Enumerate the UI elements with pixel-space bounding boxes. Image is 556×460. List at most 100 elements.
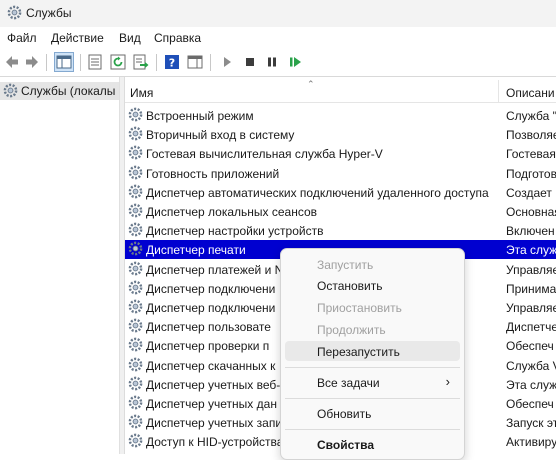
service-name: Диспетчер печати xyxy=(146,243,246,258)
refresh-icon[interactable] xyxy=(110,54,126,70)
service-name: Встроенный режим xyxy=(146,109,254,123)
service-description: Принима xyxy=(506,281,556,296)
service-description: Эта служ xyxy=(506,243,556,258)
service-gear-icon xyxy=(128,414,143,432)
menu-item-restart[interactable]: Перезапустить xyxy=(285,341,460,361)
help-icon[interactable]: ? xyxy=(164,54,180,70)
back-icon[interactable] xyxy=(4,54,20,70)
column-divider[interactable] xyxy=(498,80,499,102)
export-list-icon[interactable] xyxy=(133,54,149,70)
service-gear-icon xyxy=(128,357,143,375)
service-description: Гостевая xyxy=(506,147,556,162)
service-description: Включен xyxy=(506,224,555,239)
service-name: Диспетчер локальных сеансов xyxy=(146,205,318,219)
service-description: Создает г xyxy=(506,185,556,200)
service-description: Активиру xyxy=(506,435,556,450)
service-name: Вторичный вход в систему xyxy=(146,128,295,143)
service-name: Диспетчер пользовате xyxy=(146,320,271,335)
service-name: Диспетчер учетных запи xyxy=(146,416,283,431)
chevron-right-icon: › xyxy=(445,374,450,389)
menu-separator xyxy=(285,398,460,399)
service-gear-icon xyxy=(128,280,143,298)
menu-item-resume[interactable]: Продолжить xyxy=(285,319,460,339)
service-name: Диспетчер подключени xyxy=(146,281,276,296)
menu-item-pause[interactable]: Приостановить xyxy=(285,297,460,317)
sort-ascending-icon: ⌃ xyxy=(307,79,315,89)
menu-item-all-tasks[interactable]: Все задачи › xyxy=(285,372,460,392)
service-gear-icon xyxy=(128,376,143,394)
service-description: Управляе xyxy=(506,262,556,277)
menu-item-refresh[interactable]: Обновить xyxy=(285,403,460,423)
menu-help[interactable]: Справка xyxy=(154,31,201,45)
forward-icon[interactable] xyxy=(24,54,40,70)
service-name: Диспетчер скачанных к xyxy=(146,358,276,373)
service-gear-icon xyxy=(128,184,143,202)
service-name: Диспетчер учетных дан xyxy=(146,397,277,411)
service-row[interactable]: Вторичный вход в систему Позволяе xyxy=(125,125,556,144)
services-gear-icon xyxy=(3,83,18,101)
toolbar-separator xyxy=(156,54,157,71)
service-row[interactable]: Встроенный режим Служба " xyxy=(125,106,556,125)
service-gear-icon xyxy=(128,318,143,336)
menu-item-stop[interactable]: Остановить xyxy=(285,275,460,295)
pause-service-icon[interactable] xyxy=(264,54,280,70)
service-gear-icon xyxy=(128,337,143,355)
service-description: Запуск эт xyxy=(506,416,556,431)
menu-action[interactable]: Действие xyxy=(51,31,104,45)
console-tree: Службы (локалы xyxy=(0,77,120,454)
menu-bar: Файл Действие Вид Справка xyxy=(0,27,556,49)
service-gear-icon xyxy=(128,433,143,451)
menu-separator xyxy=(285,367,460,368)
window-title: Службы xyxy=(26,6,72,20)
toolbar: ? xyxy=(0,49,556,77)
service-row[interactable]: Готовность приложений Подготов xyxy=(125,164,556,183)
service-description: Позволяе xyxy=(506,128,556,143)
menu-view[interactable]: Вид xyxy=(119,31,141,45)
menu-file[interactable]: Файл xyxy=(7,31,37,45)
service-gear-icon xyxy=(128,241,143,259)
properties-sheet-icon[interactable] xyxy=(87,54,103,70)
start-service-icon[interactable] xyxy=(219,54,235,70)
list-header: ⌃ Имя Описани xyxy=(125,79,556,103)
title-bar: Службы xyxy=(0,0,556,27)
show-action-pane-icon[interactable] xyxy=(187,54,203,70)
service-gear-icon xyxy=(128,222,143,240)
toolbar-separator xyxy=(210,54,211,71)
svg-text:?: ? xyxy=(169,57,175,70)
service-description: Обеспеч xyxy=(506,397,554,411)
service-row[interactable]: Диспетчер локальных сеансов Основная xyxy=(125,202,556,221)
service-name: Диспетчер проверки п xyxy=(146,339,270,354)
service-name: Диспетчер подключени xyxy=(146,301,276,315)
toolbar-separator xyxy=(80,54,81,71)
service-description: Управляе xyxy=(506,301,556,315)
toolbar-separator xyxy=(46,54,47,71)
context-menu: Запустить Остановить Приостановить Продо… xyxy=(280,248,465,460)
stop-service-icon[interactable] xyxy=(242,54,258,70)
menu-item-properties[interactable]: Свойства xyxy=(285,434,460,454)
service-gear-icon xyxy=(128,165,143,183)
service-row[interactable]: Диспетчер настройки устройств Включен xyxy=(125,221,556,240)
service-gear-icon xyxy=(128,145,143,163)
service-name: Диспетчер учетных веб- xyxy=(146,377,281,392)
service-description: Служба " xyxy=(506,109,556,123)
restart-service-icon[interactable] xyxy=(287,54,303,70)
service-description: Основная xyxy=(506,205,556,219)
service-gear-icon xyxy=(128,261,143,279)
tree-item-label: Службы (локалы xyxy=(21,84,116,98)
service-name: Диспетчер настройки устройств xyxy=(146,224,324,239)
column-header-name[interactable]: Имя xyxy=(130,86,153,100)
service-name: Доступ к HID-устройства xyxy=(146,435,284,450)
service-name: Диспетчер автоматических подключений уда… xyxy=(146,185,489,200)
service-name: Гостевая вычислительная служба Hyper-V xyxy=(146,147,383,162)
service-description: Диспетче xyxy=(506,320,556,335)
service-description: Обеспеч xyxy=(506,339,554,354)
menu-item-start[interactable]: Запустить xyxy=(285,254,460,274)
service-row[interactable]: Диспетчер автоматических подключений уда… xyxy=(125,183,556,202)
services-gear-icon xyxy=(7,5,22,23)
tree-item-services-local[interactable]: Службы (локалы xyxy=(0,82,119,100)
service-row[interactable]: Гостевая вычислительная служба Hyper-V Го… xyxy=(125,144,556,163)
show-hide-console-tree-icon[interactable] xyxy=(54,52,74,72)
service-gear-icon xyxy=(128,107,143,125)
service-gear-icon xyxy=(128,299,143,317)
column-header-description[interactable]: Описани xyxy=(506,86,555,100)
